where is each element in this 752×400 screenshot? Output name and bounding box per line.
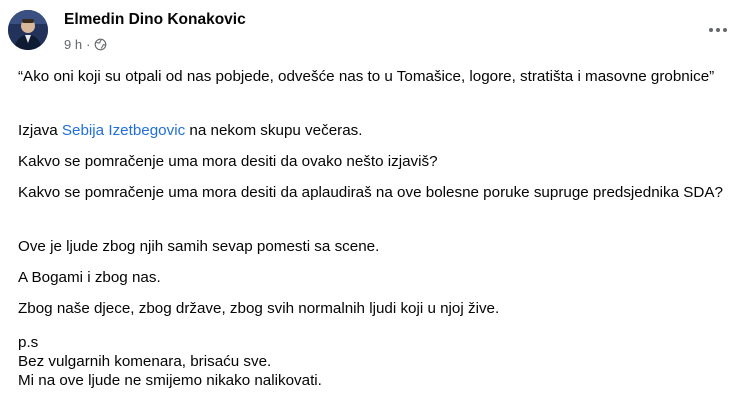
post-line: A Bogami i zbog nas. [18,269,161,286]
izjava-suffix: na nekom skupu večeras. [185,122,363,139]
mention-link[interactable]: Sebija Izetbegovic [62,122,185,139]
globe-icon [94,38,107,51]
more-dot [709,28,713,32]
post-line: Kakvo se pomračenje uma mora desiti da o… [18,153,438,170]
post-ps-line: Bez vulgarnih komenara, brisaću sve. [18,353,272,370]
meta-separator: · [86,37,91,52]
more-options-icon[interactable] [704,20,732,40]
author-avatar[interactable] [8,10,48,50]
more-dot [716,28,720,32]
post-time[interactable]: 9 h [64,37,82,52]
izjava-prefix: Izjava [18,122,62,139]
post-izjava: Izjava Sebija Izetbegovic na nekom skupu… [18,121,738,141]
post-ps-line: Mi na ove ljude ne smijemo nikako naliko… [18,372,322,389]
post-meta: 9 h · [64,37,107,52]
post-line: Zbog naše djece, zbog države, zbog svih … [18,300,500,317]
avatar-image [8,10,48,50]
post-ps-label: p.s [18,334,39,351]
more-dot [723,28,727,32]
facebook-post: Elmedin Dino Konakovic 9 h · “Ako oni ko… [0,0,752,400]
post-line: Kakvo se pomračenje uma mora desiti da a… [18,184,723,201]
post-line: Ove je ljude zbog njih samih sevap pomes… [18,238,380,255]
post-quote: “Ako oni koji su otpali od nas pobjede, … [18,68,715,85]
author-name[interactable]: Elmedin Dino Konakovic [64,11,246,29]
